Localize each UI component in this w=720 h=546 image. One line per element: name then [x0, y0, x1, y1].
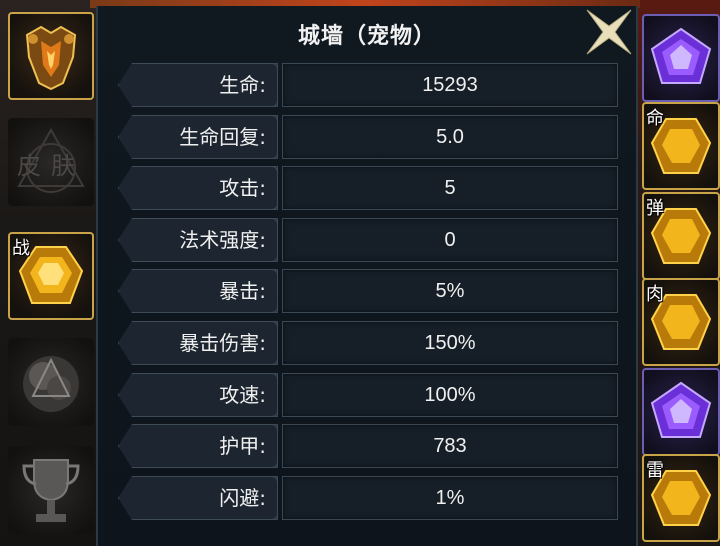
stat-value: 1% — [435, 487, 465, 509]
purple-gem-icon — [650, 381, 712, 438]
stat-value-box: 0 — [282, 218, 618, 262]
stat-row: 攻速: 100% — [118, 373, 618, 417]
gem-slot-life[interactable]: 命 — [642, 102, 720, 190]
gem-slot-thunder[interactable]: 雷 — [642, 454, 720, 542]
battle-gem-slot[interactable]: 战 — [8, 232, 94, 320]
stat-label: 暴击: — [219, 279, 266, 303]
stat-label: 攻速: — [219, 383, 266, 407]
stat-label: 暴击伤害: — [179, 331, 266, 355]
close-x-icon[interactable] — [583, 6, 635, 58]
stat-row: 暴击: 5% — [118, 269, 618, 313]
stat-value: 100% — [424, 384, 476, 406]
panel-title: 城墙（宠物） — [297, 24, 436, 49]
stat-row: 暴击伤害: 150% — [118, 321, 618, 365]
stat-value: 5% — [435, 280, 465, 302]
golden-armor-icon — [25, 25, 77, 91]
slot-tag: 雷 — [646, 460, 664, 481]
stat-label: 攻击: — [219, 176, 266, 200]
stat-value: 15293 — [422, 74, 478, 96]
skin-text: 皮肤 — [17, 152, 85, 180]
trophy-slot[interactable] — [8, 446, 94, 534]
stat-value: 5.0 — [436, 126, 464, 148]
gray-smoke-icon — [23, 356, 79, 412]
stat-value-box: 15293 — [282, 63, 618, 107]
stat-value-box: 5 — [282, 166, 618, 210]
trophy-icon — [22, 459, 80, 522]
purple-gem-icon — [650, 27, 712, 84]
purple-gem-slot[interactable] — [642, 368, 720, 456]
slot-tag: 战 — [12, 238, 30, 259]
stat-row: 生命: 15293 — [118, 63, 618, 107]
stat-label: 护甲: — [219, 434, 266, 458]
stat-value: 783 — [433, 435, 467, 457]
smoke-slot[interactable] — [8, 338, 94, 426]
stat-value-box: 783 — [282, 424, 618, 468]
stat-label: 闪避: — [219, 486, 266, 510]
stat-row: 护甲: 783 — [118, 424, 618, 468]
armor-slot[interactable] — [8, 12, 94, 100]
stat-row: 攻击: 5 — [118, 166, 618, 210]
stat-value-box: 5% — [282, 269, 618, 313]
stat-value-box: 150% — [282, 321, 618, 365]
gem-slot-tank[interactable]: 肉 — [642, 278, 720, 366]
stat-value-box: 1% — [282, 476, 618, 520]
slot-tag: 肉 — [646, 284, 664, 305]
purple-gem-slot[interactable] — [642, 14, 720, 102]
stat-value: 150% — [424, 332, 476, 354]
slot-tag: 弹 — [646, 198, 664, 219]
stat-value: 0 — [444, 229, 456, 251]
stat-value-box: 100% — [282, 373, 618, 417]
skin-slot[interactable]: 皮肤 — [8, 118, 94, 206]
stat-row: 闪避: 1% — [118, 476, 618, 520]
stat-row: 生命回复: 5.0 — [118, 115, 618, 159]
stat-row: 法术强度: 0 — [118, 218, 618, 262]
stat-label: 法术强度: — [179, 228, 266, 252]
gem-slot-bullet[interactable]: 弹 — [642, 192, 720, 280]
slot-tag: 命 — [646, 108, 664, 129]
stat-label: 生命回复: — [179, 125, 266, 149]
stat-label: 生命: — [219, 73, 266, 97]
stat-value: 5 — [444, 177, 456, 199]
stat-value-box: 5.0 — [282, 115, 618, 159]
